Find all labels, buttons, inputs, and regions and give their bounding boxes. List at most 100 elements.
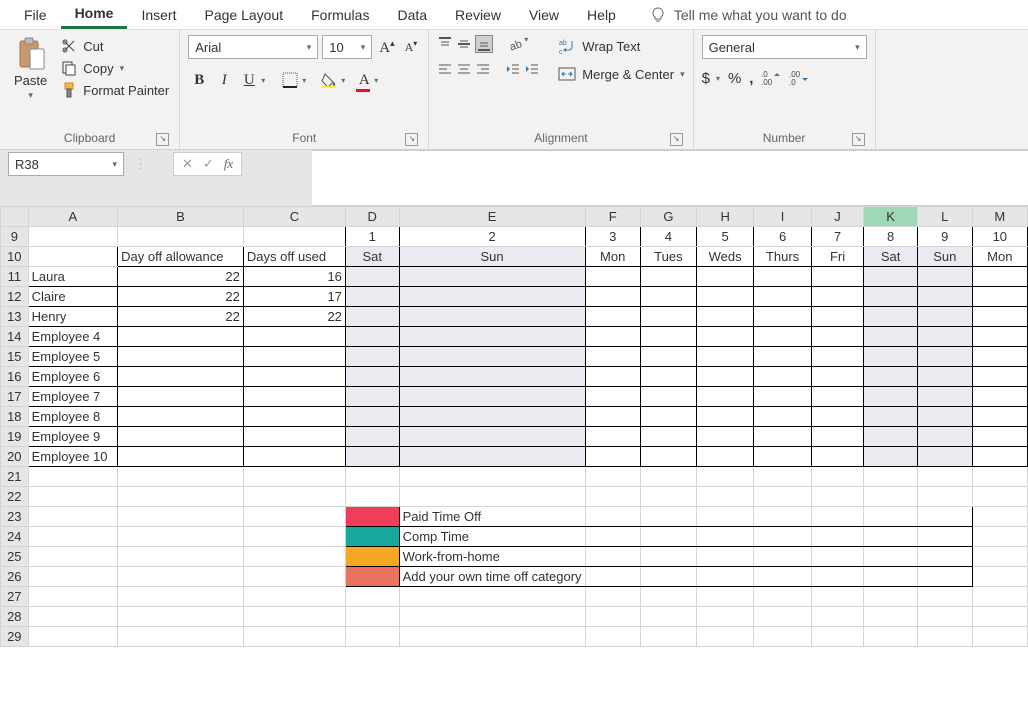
cell-A12[interactable]: Claire [28, 287, 117, 307]
cell-M18[interactable] [972, 407, 1027, 427]
decrease-indent-button[interactable] [505, 61, 521, 77]
cell-J24[interactable] [811, 527, 863, 547]
col-header-D[interactable]: D [345, 207, 399, 227]
row-header-15[interactable]: 15 [1, 347, 29, 367]
cell-D12[interactable] [345, 287, 399, 307]
cell-C17[interactable] [243, 387, 345, 407]
col-header-L[interactable]: L [917, 207, 972, 227]
cell-I12[interactable] [754, 287, 811, 307]
col-header-M[interactable]: M [972, 207, 1027, 227]
cell-H28[interactable] [696, 607, 753, 627]
cell-M11[interactable] [972, 267, 1027, 287]
cell-M9[interactable]: 10 [972, 227, 1027, 247]
font-color-button[interactable]: A [355, 69, 373, 91]
cell-A27[interactable] [28, 587, 117, 607]
cell-G13[interactable] [640, 307, 696, 327]
cell-A26[interactable] [28, 567, 117, 587]
cell-K17[interactable] [864, 387, 918, 407]
cell-F14[interactable] [585, 327, 640, 347]
cell-J13[interactable] [811, 307, 863, 327]
cell-D16[interactable] [345, 367, 399, 387]
row-header-16[interactable]: 16 [1, 367, 29, 387]
cell-B27[interactable] [118, 587, 244, 607]
cell-L25[interactable] [917, 547, 972, 567]
cell-C21[interactable] [243, 467, 345, 487]
format-painter-button[interactable]: Format Painter [59, 81, 171, 99]
tab-view[interactable]: View [515, 2, 573, 28]
increase-indent-button[interactable] [524, 61, 540, 77]
cell-I19[interactable] [754, 427, 811, 447]
cell-A13[interactable]: Henry [28, 307, 117, 327]
cell-B17[interactable] [118, 387, 244, 407]
cell-J16[interactable] [811, 367, 863, 387]
cell-K21[interactable] [864, 467, 918, 487]
cell-D20[interactable] [345, 447, 399, 467]
cell-I9[interactable]: 6 [754, 227, 811, 247]
cell-D14[interactable] [345, 327, 399, 347]
cell-E10[interactable]: Sun [399, 247, 585, 267]
cell-K28[interactable] [864, 607, 918, 627]
cell-H14[interactable] [696, 327, 753, 347]
cell-K27[interactable] [864, 587, 918, 607]
cell-M28[interactable] [972, 607, 1027, 627]
cell-G15[interactable] [640, 347, 696, 367]
cell-K11[interactable] [864, 267, 918, 287]
cell-A20[interactable]: Employee 10 [28, 447, 117, 467]
cell-B12[interactable]: 22 [118, 287, 244, 307]
cell-M17[interactable] [972, 387, 1027, 407]
cell-I29[interactable] [754, 627, 811, 647]
cell-C10[interactable]: Days off used [243, 247, 345, 267]
cell-E20[interactable] [399, 447, 585, 467]
enter-formula-button[interactable]: ✓ [203, 156, 214, 172]
row-header-11[interactable]: 11 [1, 267, 29, 287]
cell-J12[interactable] [811, 287, 863, 307]
cell-J23[interactable] [811, 507, 863, 527]
cell-F21[interactable] [585, 467, 640, 487]
cell-B22[interactable] [118, 487, 244, 507]
underline-button[interactable]: U [238, 69, 260, 91]
cell-G9[interactable]: 4 [640, 227, 696, 247]
cell-L16[interactable] [917, 367, 972, 387]
cell-E9[interactable]: 2 [399, 227, 585, 247]
cell-B19[interactable] [118, 427, 244, 447]
cell-D13[interactable] [345, 307, 399, 327]
cell-A24[interactable] [28, 527, 117, 547]
cell-A14[interactable]: Employee 4 [28, 327, 117, 347]
italic-button[interactable]: I [213, 69, 235, 91]
cell-J25[interactable] [811, 547, 863, 567]
cell-G19[interactable] [640, 427, 696, 447]
cell-F25[interactable] [585, 547, 640, 567]
cell-L27[interactable] [917, 587, 972, 607]
cell-C11[interactable]: 16 [243, 267, 345, 287]
cell-C16[interactable] [243, 367, 345, 387]
cell-F29[interactable] [585, 627, 640, 647]
paste-button[interactable]: Paste ▾ [8, 35, 53, 129]
cell-G11[interactable] [640, 267, 696, 287]
cell-C28[interactable] [243, 607, 345, 627]
cell-C13[interactable]: 22 [243, 307, 345, 327]
cell-F24[interactable] [585, 527, 640, 547]
cell-L18[interactable] [917, 407, 972, 427]
cell-H21[interactable] [696, 467, 753, 487]
cell-I22[interactable] [754, 487, 811, 507]
cell-K15[interactable] [864, 347, 918, 367]
decrease-font-button[interactable]: A▾ [402, 39, 421, 55]
row-header-25[interactable]: 25 [1, 547, 29, 567]
cell-M15[interactable] [972, 347, 1027, 367]
cell-A23[interactable] [28, 507, 117, 527]
tab-data[interactable]: Data [383, 2, 441, 28]
cell-F27[interactable] [585, 587, 640, 607]
cell-B15[interactable] [118, 347, 244, 367]
cell-K25[interactable] [864, 547, 918, 567]
cell-E13[interactable] [399, 307, 585, 327]
tab-page-layout[interactable]: Page Layout [190, 2, 297, 28]
cell-L13[interactable] [917, 307, 972, 327]
cell-B28[interactable] [118, 607, 244, 627]
cell-C22[interactable] [243, 487, 345, 507]
cell-K10[interactable]: Sat [864, 247, 918, 267]
cell-K12[interactable] [864, 287, 918, 307]
align-left-button[interactable] [437, 61, 453, 77]
align-top-button[interactable] [437, 35, 453, 53]
tab-home[interactable]: Home [61, 0, 128, 29]
cell-M23[interactable] [972, 507, 1027, 527]
